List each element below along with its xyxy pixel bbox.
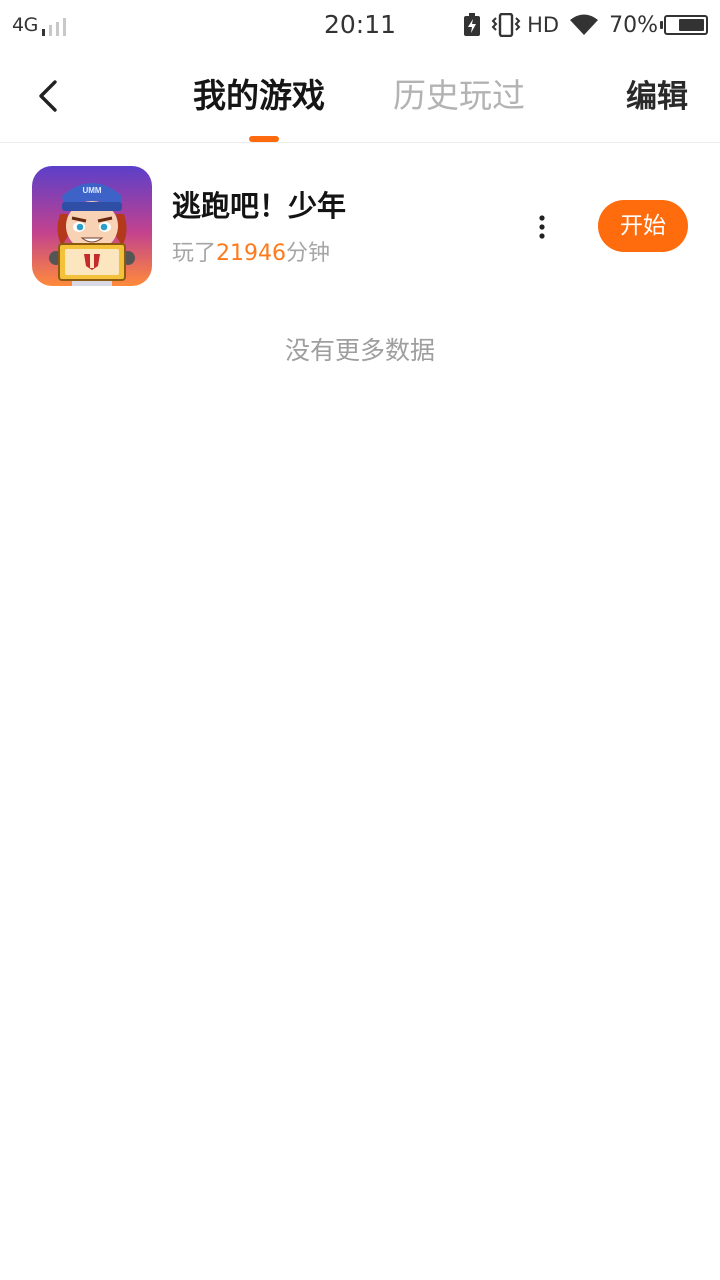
hd-label: HD [527,13,560,37]
list-footer: 没有更多数据 [284,336,435,365]
edit-button[interactable]: 编辑 [626,77,688,117]
chevron-left-icon [39,80,57,112]
more-options-button[interactable] [526,211,558,243]
battery-icon [660,15,708,35]
game-list-item[interactable]: UMM 逃跑吧！少年 玩了21946分钟 开始 [0,143,720,308]
battery-level [678,19,704,31]
back-button[interactable] [28,76,68,116]
game-title: 逃跑吧！少年 [172,189,347,223]
more-vertical-icon [539,215,545,239]
playtime-suffix: 分钟 [286,241,331,266]
battery-percent: 70% [609,12,658,38]
playtime-prefix: 玩了 [172,241,217,266]
game-icon[interactable]: UMM [32,166,152,286]
vibrate-icon [491,13,521,37]
start-game-button[interactable]: 开始 [598,200,688,252]
wifi-icon [570,14,599,35]
status-right: HD 70% [453,11,708,39]
tab-my-games[interactable]: 我的游戏 [193,76,325,116]
game-playtime: 玩了21946分钟 [172,239,330,269]
active-tab-indicator [249,136,279,142]
tab-history-played[interactable]: 历史玩过 [393,76,525,116]
status-bar: 4G 20:11 HD 70% [0,0,720,50]
svg-text:UMM: UMM [82,186,101,195]
header: 我的游戏 历史玩过 编辑 [0,50,720,143]
battery-saver-icon [464,13,481,36]
playtime-minutes: 21946 [216,241,287,266]
